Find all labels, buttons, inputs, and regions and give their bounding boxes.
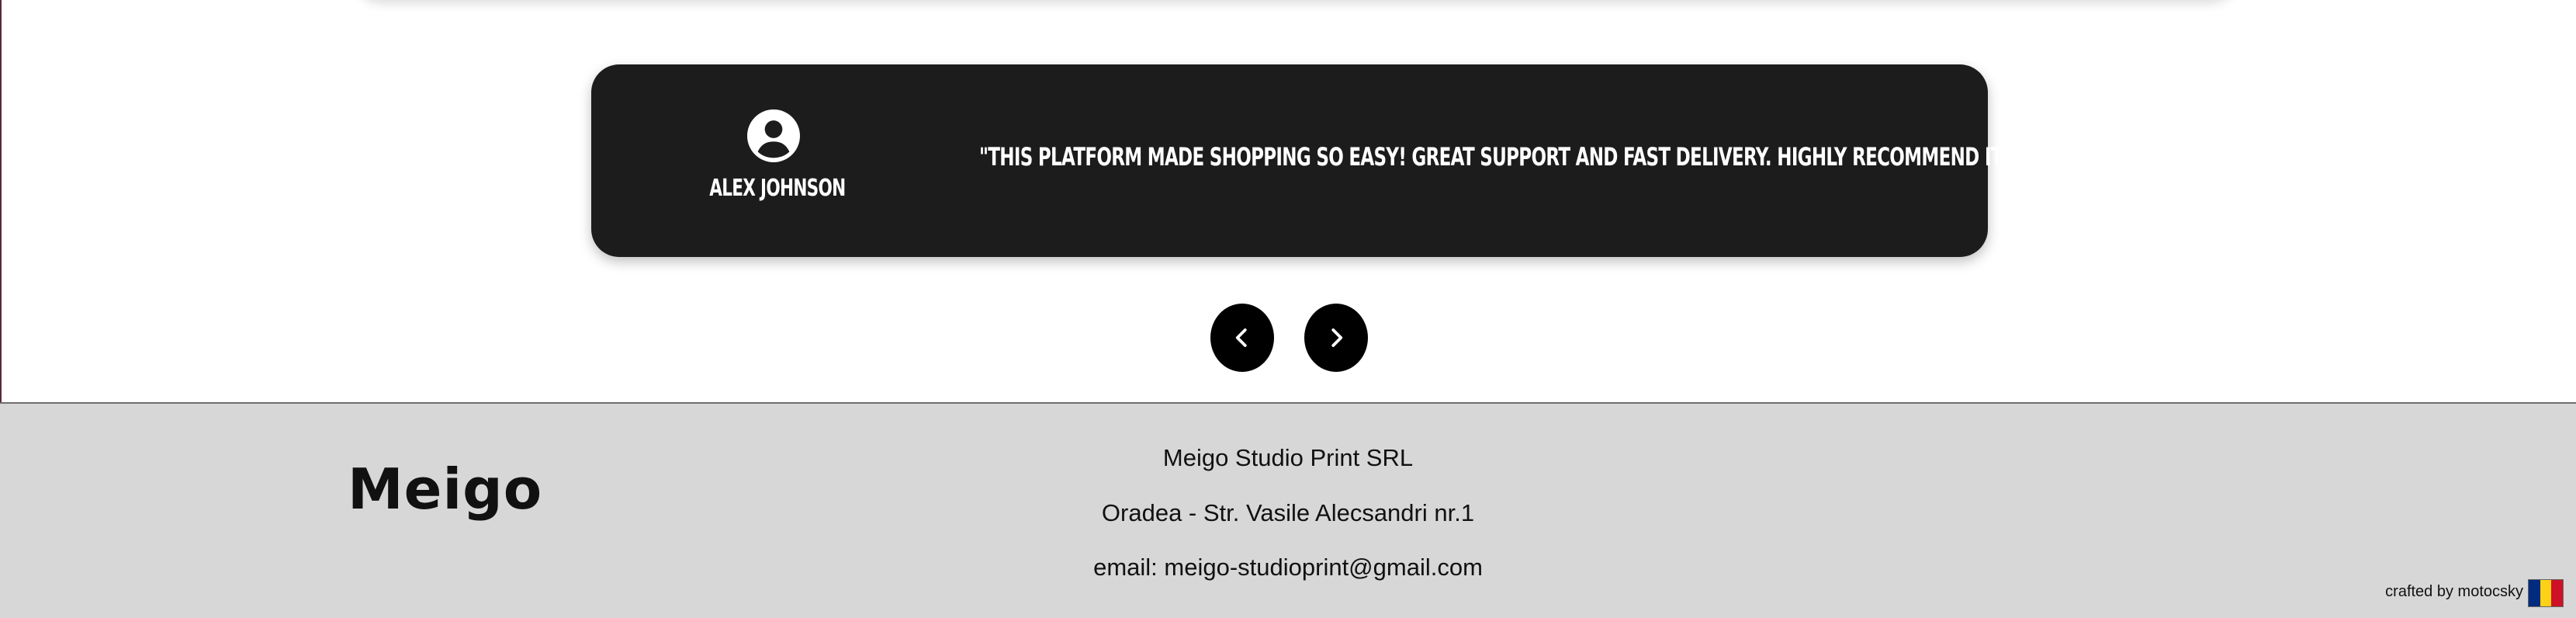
author-name: ALEX JOHNSON	[709, 175, 846, 202]
crafted-by-credit[interactable]: crafted by motocsky	[2385, 583, 2523, 601]
company-address: Oradea - Str. Vasile Alecsandri nr.1	[1101, 499, 1475, 526]
chevron-right-icon	[1331, 328, 1343, 347]
next-testimonial-button[interactable]	[1304, 304, 1368, 372]
flag-stripe-red	[2551, 580, 2564, 606]
chevron-left-icon	[1235, 328, 1247, 347]
user-circle-icon	[747, 109, 800, 162]
flag-stripe-blue	[2529, 580, 2540, 606]
company-email[interactable]: email: meigo-studioprint@gmail.com	[900, 554, 1676, 582]
footer-logo[interactable]: Meigo	[348, 457, 542, 522]
romania-flag-icon	[2528, 579, 2564, 607]
testimonial-card: ALEX JOHNSON "THIS PLATFORM MADE SHOPPIN…	[591, 64, 2020, 257]
site-footer: Meigo Meigo Studio Print SRL Oradea - St…	[0, 402, 2576, 618]
testimonial-quote: "THIS PLATFORM MADE SHOPPING SO EASY! GR…	[979, 142, 2020, 172]
flag-stripe-yellow	[2540, 580, 2552, 606]
page-left-border	[0, 0, 2, 404]
testimonial-author: ALEX JOHNSON	[684, 109, 863, 202]
previous-testimonial-button[interactable]	[1210, 304, 1274, 372]
company-name: Meigo Studio Print SRL	[1162, 444, 1414, 471]
